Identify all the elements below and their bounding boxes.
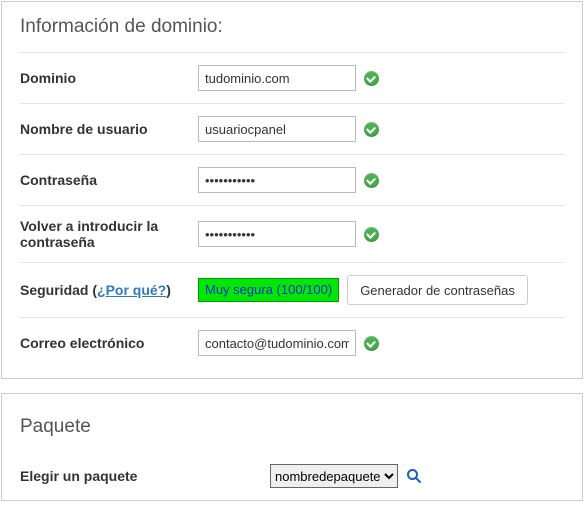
domain-info-title: Información de dominio: [20, 16, 564, 38]
password-confirm-label: Volver a introducir la contraseña [20, 218, 198, 250]
row-email: Correo electrónico [20, 317, 564, 368]
username-label: Nombre de usuario [20, 121, 198, 137]
row-security: Seguridad (¿Por qué?) Muy segura (100/10… [20, 262, 564, 317]
valid-check-icon [364, 122, 379, 137]
security-label-pre: Seguridad ( [20, 282, 97, 298]
row-choose-package: Elegir un paquete nombredepaquete [20, 452, 564, 500]
valid-check-icon [364, 71, 379, 86]
package-panel: Paquete Elegir un paquete nombredepaquet… [1, 393, 583, 501]
valid-check-icon [364, 227, 379, 242]
security-label-post: ) [166, 282, 171, 298]
security-label: Seguridad (¿Por qué?) [20, 282, 198, 298]
row-password: Contraseña [20, 154, 564, 205]
domain-input[interactable] [198, 65, 356, 91]
email-label: Correo electrónico [20, 335, 198, 351]
security-why-link[interactable]: ¿Por qué? [97, 282, 166, 298]
password-label: Contraseña [20, 172, 198, 188]
search-icon[interactable] [406, 468, 422, 484]
password-generator-button[interactable]: Generador de contraseñas [347, 275, 528, 305]
username-input[interactable] [198, 116, 356, 142]
password-input[interactable] [198, 167, 356, 193]
valid-check-icon [364, 173, 379, 188]
choose-package-label: Elegir un paquete [20, 468, 270, 484]
row-username: Nombre de usuario [20, 103, 564, 154]
package-title: Paquete [20, 416, 564, 438]
domain-label: Dominio [20, 70, 198, 86]
password-confirm-input[interactable] [198, 221, 356, 247]
password-strength-indicator: Muy segura (100/100) [198, 278, 339, 302]
row-domain: Dominio [20, 52, 564, 103]
package-select[interactable]: nombredepaquete [270, 464, 398, 488]
valid-check-icon [364, 336, 379, 351]
email-input[interactable] [198, 330, 356, 356]
domain-info-panel: Información de dominio: Dominio Nombre d… [1, 1, 583, 379]
row-password-confirm: Volver a introducir la contraseña [20, 205, 564, 262]
